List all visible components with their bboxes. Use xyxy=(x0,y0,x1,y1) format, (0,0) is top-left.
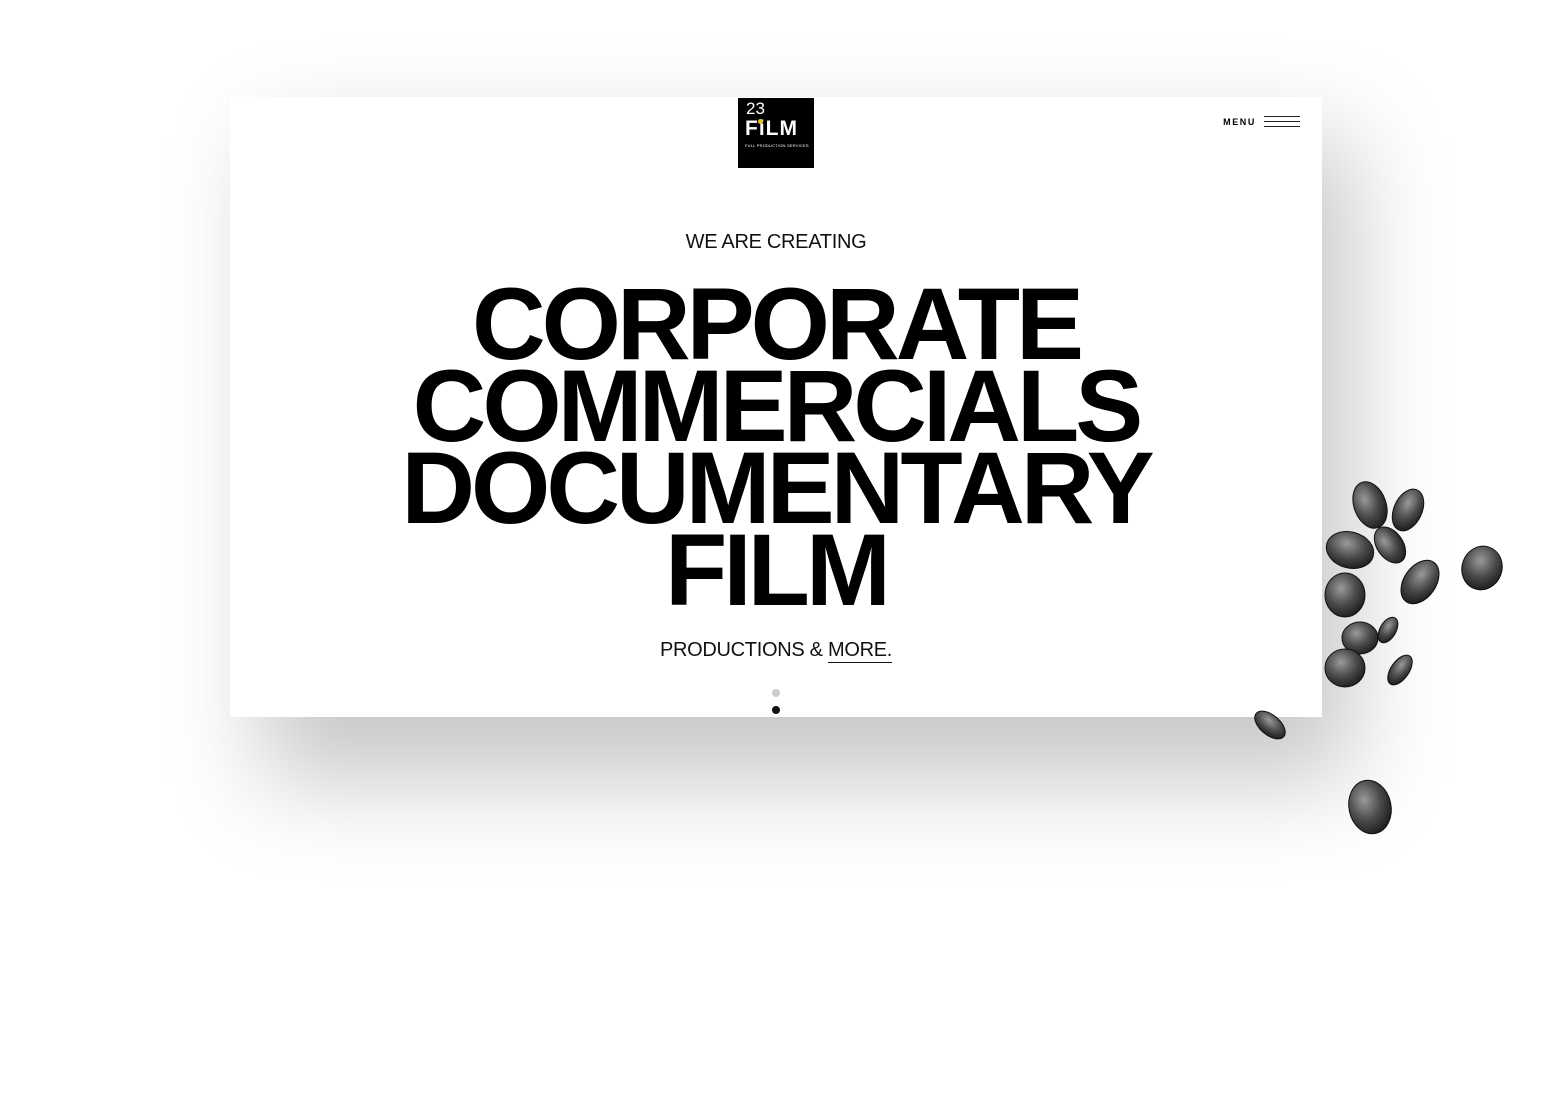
headline-line-film: FILM xyxy=(665,513,891,627)
slide-pager xyxy=(771,689,781,717)
menu-button[interactable]: MENU xyxy=(1223,116,1300,128)
tagline-prefix: PRODUCTIONS & xyxy=(659,639,828,661)
logo-number: 23 xyxy=(746,99,765,118)
hero-headline: CORPORATE COMMERCIALS DOCUMENTARY FILM xyxy=(230,273,1322,627)
page-stage: 23 FiLM FULL PRODUCTION SERVICES MENU WE… xyxy=(0,0,1546,1102)
slide-dot[interactable] xyxy=(772,689,780,697)
menu-label: MENU xyxy=(1223,117,1256,127)
hero-eyebrow: WE ARE CREATING xyxy=(685,231,867,253)
logo-tagline: FULL PRODUCTION SERVICES xyxy=(745,143,809,148)
more-link[interactable]: MORE. xyxy=(827,639,892,663)
logo-accent-dot xyxy=(758,119,763,124)
hero-tagline: PRODUCTIONS & MORE. xyxy=(230,639,1322,663)
leaves-decoration-icon xyxy=(1254,481,1503,835)
site-window: 23 FiLM FULL PRODUCTION SERVICES MENU WE… xyxy=(230,97,1322,717)
slide-dot[interactable] xyxy=(772,706,780,714)
logo-word: FiLM xyxy=(745,117,798,140)
hamburger-icon xyxy=(1264,116,1300,128)
site-logo[interactable]: 23 FiLM FULL PRODUCTION SERVICES xyxy=(738,98,814,168)
